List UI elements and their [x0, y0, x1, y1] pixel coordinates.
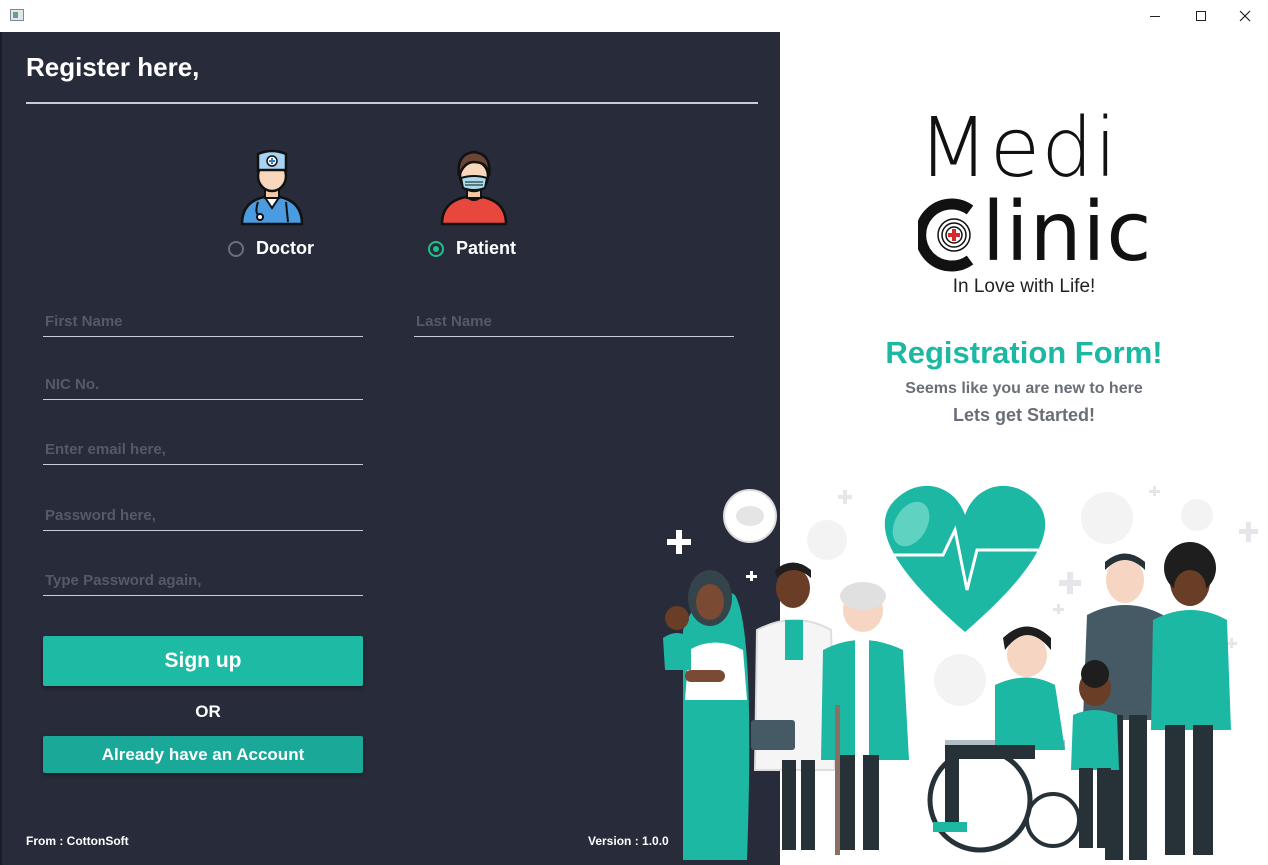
title-bar: [0, 0, 1268, 32]
title-divider: [26, 102, 758, 104]
first-name-field: [43, 308, 363, 337]
registration-subheading: Seems like you are new to here: [905, 380, 1143, 397]
doctor-icon: [240, 149, 304, 226]
logo-clinic: linic: [982, 185, 1153, 280]
radio-patient-indicator: [428, 240, 444, 257]
nic-field: [43, 371, 363, 400]
last-name-input[interactable]: [414, 308, 734, 334]
radio-doctor[interactable]: Doctor: [228, 238, 314, 259]
page-title: Register here,: [26, 52, 200, 82]
or-separator: OR: [195, 702, 221, 721]
nic-input[interactable]: [43, 371, 363, 397]
confirm-password-input[interactable]: [43, 567, 363, 593]
tagline: In Love with Life!: [952, 276, 1096, 297]
logo-medi: Medi: [918, 101, 1119, 196]
first-name-input[interactable]: [43, 308, 363, 334]
minimize-icon: [1150, 16, 1160, 17]
minimize-button[interactable]: [1132, 0, 1178, 32]
registration-heading: Registration Form!: [885, 335, 1163, 370]
last-name-field: [414, 308, 734, 337]
mother-figure: [1151, 542, 1231, 855]
maximize-icon: [1196, 11, 1206, 21]
already-have-account-button[interactable]: Already have an Account: [43, 736, 363, 773]
radio-patient[interactable]: Patient: [428, 238, 516, 259]
app-icon: [10, 9, 24, 21]
registration-cta: Lets get Started!: [952, 405, 1096, 425]
radio-doctor-indicator: [228, 240, 244, 257]
footer-author: From : CottonSoft: [26, 834, 129, 848]
confirm-password-field: [43, 567, 363, 596]
signup-button[interactable]: Sign up: [43, 636, 363, 686]
patient-icon: [440, 150, 508, 226]
radio-patient-label: Patient: [456, 238, 517, 258]
radio-doctor-label: Doctor: [256, 238, 314, 258]
close-button[interactable]: [1222, 0, 1268, 32]
tooth-badge: [1181, 499, 1213, 531]
maximize-button[interactable]: [1178, 0, 1224, 32]
family-illustration: [663, 485, 1258, 860]
password-field: [43, 502, 363, 531]
close-icon: [1239, 10, 1251, 22]
heart-organ-badge: [934, 654, 986, 706]
woman-with-baby: [663, 570, 750, 860]
elderly-woman: [821, 582, 909, 855]
email-field: [43, 436, 363, 465]
lungs-badge: [807, 520, 847, 560]
email-input[interactable]: [43, 436, 363, 462]
password-input[interactable]: [43, 502, 363, 528]
stomach-badge: [1081, 492, 1133, 544]
logo-c-emblem: [918, 198, 974, 272]
